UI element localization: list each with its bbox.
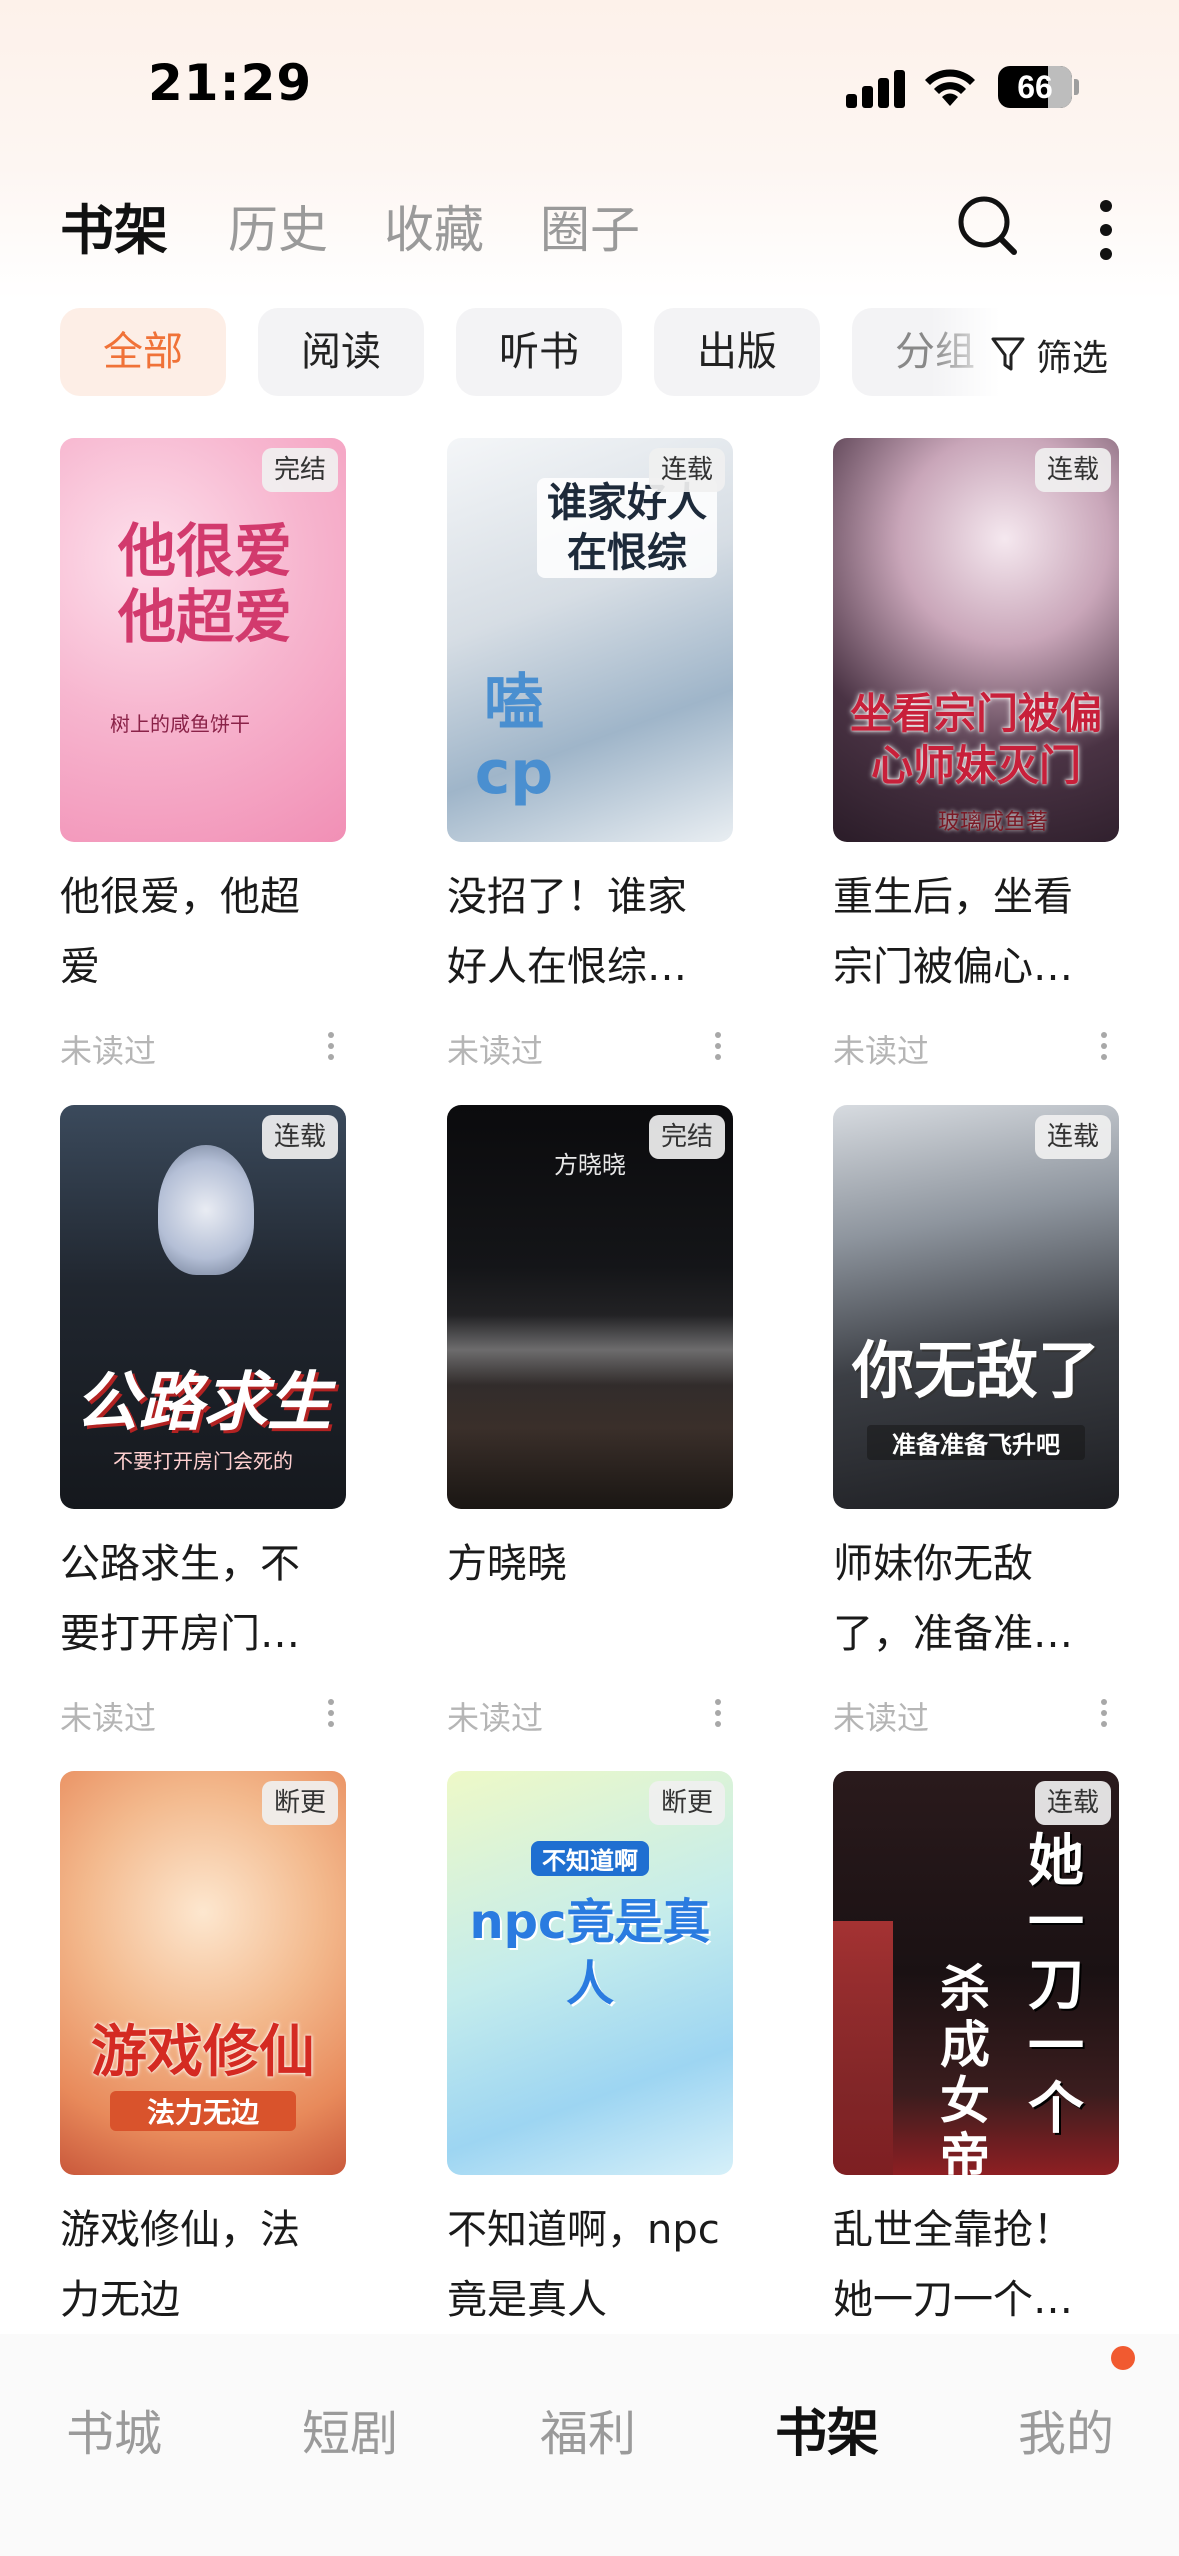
cover-title-text: 他很爱他超爱 [117,517,292,651]
read-status: 未读过 [60,1699,157,1737]
cover-title-text: npc竟是真人 [469,1894,711,2012]
filter-button[interactable]: 筛选 [990,330,1108,380]
status-badge: 连载 [1034,448,1111,492]
read-status: 未读过 [833,1032,930,1070]
book-cover[interactable]: 她一刀一个 杀成女帝 连载 [833,1771,1119,2175]
read-status: 未读过 [60,1032,157,1070]
cover-title-text: 公路求生 [75,1366,331,1440]
cover-author-text: 树上的咸鱼饼干 [110,712,250,736]
cover-title-text: 她一刀一个 [1028,1829,1084,2142]
book-title[interactable]: 他很爱，他超 爱 [60,862,346,1002]
status-bar: 21:29 66 [0,0,1179,170]
cellular-signal-icon [846,70,906,108]
more-vertical-icon[interactable] [1092,198,1120,262]
book-cover[interactable]: 你无敌了 准备准备飞升吧 连载 [833,1105,1119,1509]
cover-figure [158,1145,254,1275]
wifi-icon [925,69,975,106]
book-title[interactable]: 乱世全靠抢！ 她一刀一个… [833,2195,1119,2335]
cover-title-text: 你无敌了 [851,1334,1100,1407]
status-badge: 连载 [648,448,725,492]
status-badge: 连载 [1034,1781,1111,1825]
tabbar-short-drama[interactable]: 短剧 [302,2394,398,2464]
cover-subtitle-text: 杀成女帝 [940,1960,990,2175]
cover-title-text: 游戏修仙 [91,2020,315,2085]
status-badge: 完结 [261,448,338,492]
battery-level: 66 [1017,69,1053,105]
cover-title-text: 方晓晓 [554,1151,626,1179]
book-title[interactable]: 没招了！谁家 好人在恨综… [447,862,733,1002]
cover-red-accent [833,1921,893,2175]
cover-subtitle-text: 准备准备飞升吧 [867,1425,1085,1460]
book-more-icon[interactable] [328,1699,334,1727]
tab-favorites[interactable]: 收藏 [384,190,484,262]
book-more-icon[interactable] [715,1699,721,1727]
book-title[interactable]: 重生后，坐看 宗门被偏心… [833,862,1119,1002]
book-cover[interactable]: 坐看宗门被偏心师妹灭门 玻璃咸鱼著 连载 [833,438,1119,842]
book-cover[interactable]: 谁家好人在恨综 嗑cp 连载 [447,438,733,842]
book-title[interactable]: 不知道啊，npc 竟是真人 [447,2195,733,2335]
status-badge: 断更 [648,1781,725,1825]
bottom-tab-bar: 书城 短剧 福利 书架 我的 [0,2334,1179,2556]
chip-reading[interactable]: 阅读 [258,308,424,396]
status-time: 21:29 [148,54,313,112]
book-more-icon[interactable] [1101,1699,1107,1727]
book-title[interactable]: 方晓晓 [447,1529,733,1669]
tab-history[interactable]: 历史 [228,190,328,262]
book-cover[interactable]: 公路求生 不要打开房门会死的 连载 [60,1105,346,1509]
filter-label: 筛选 [1036,338,1109,379]
book-more-icon[interactable] [715,1032,721,1060]
search-icon[interactable] [956,194,1020,258]
read-status: 未读过 [833,1699,930,1737]
cover-title-text: 谁家好人在恨综 [537,478,717,578]
cover-title-text: 坐看宗门被偏心师妹灭门 [849,689,1102,790]
status-badge: 完结 [648,1115,725,1159]
chip-audiobook[interactable]: 听书 [456,308,622,396]
book-cover[interactable]: 方晓晓 完结 [447,1105,733,1509]
read-status: 未读过 [447,1032,544,1070]
tab-circles[interactable]: 圈子 [540,190,640,262]
tabbar-welfare[interactable]: 福利 [540,2394,636,2464]
status-badge: 断更 [261,1781,338,1825]
cover-author-text: 玻璃咸鱼著 [937,810,1048,835]
tabbar-bookstore[interactable]: 书城 [66,2394,162,2464]
book-cover[interactable]: 他很爱他超爱 树上的咸鱼饼干 完结 [60,438,346,842]
tab-bookshelf[interactable]: 书架 [60,186,168,265]
read-status: 未读过 [447,1699,544,1737]
tabbar-profile[interactable]: 我的 [1018,2394,1114,2464]
book-title[interactable]: 公路求生，不 要打开房门… [60,1529,346,1669]
filter-funnel-icon [991,337,1025,371]
cover-subtitle-text: 不知道啊 [531,1841,649,1876]
status-badge: 连载 [1034,1115,1111,1159]
cover-subtitle-text: 法力无边 [110,2091,296,2131]
book-more-icon[interactable] [328,1032,334,1060]
status-badge: 连载 [261,1115,338,1159]
tabbar-bookshelf[interactable]: 书架 [775,2391,879,2466]
book-cover[interactable]: 不知道啊 npc竟是真人 断更 [447,1771,733,2175]
cover-waves [447,1315,733,1385]
book-title[interactable]: 游戏修仙，法 力无边 [60,2195,346,2335]
cover-subtitle-text: 不要打开房门会死的 [113,1449,293,1473]
book-more-icon[interactable] [1101,1032,1107,1060]
cover-subtitle-text: 嗑cp [474,668,554,808]
book-title[interactable]: 师妹你无敌 了，准备准… [833,1529,1119,1669]
book-cover[interactable]: 游戏修仙 法力无边 断更 [60,1771,346,2175]
notification-dot [1111,2346,1135,2370]
battery-icon: 66 [998,66,1079,108]
chip-all[interactable]: 全部 [60,308,226,396]
chip-published[interactable]: 出版 [654,308,820,396]
